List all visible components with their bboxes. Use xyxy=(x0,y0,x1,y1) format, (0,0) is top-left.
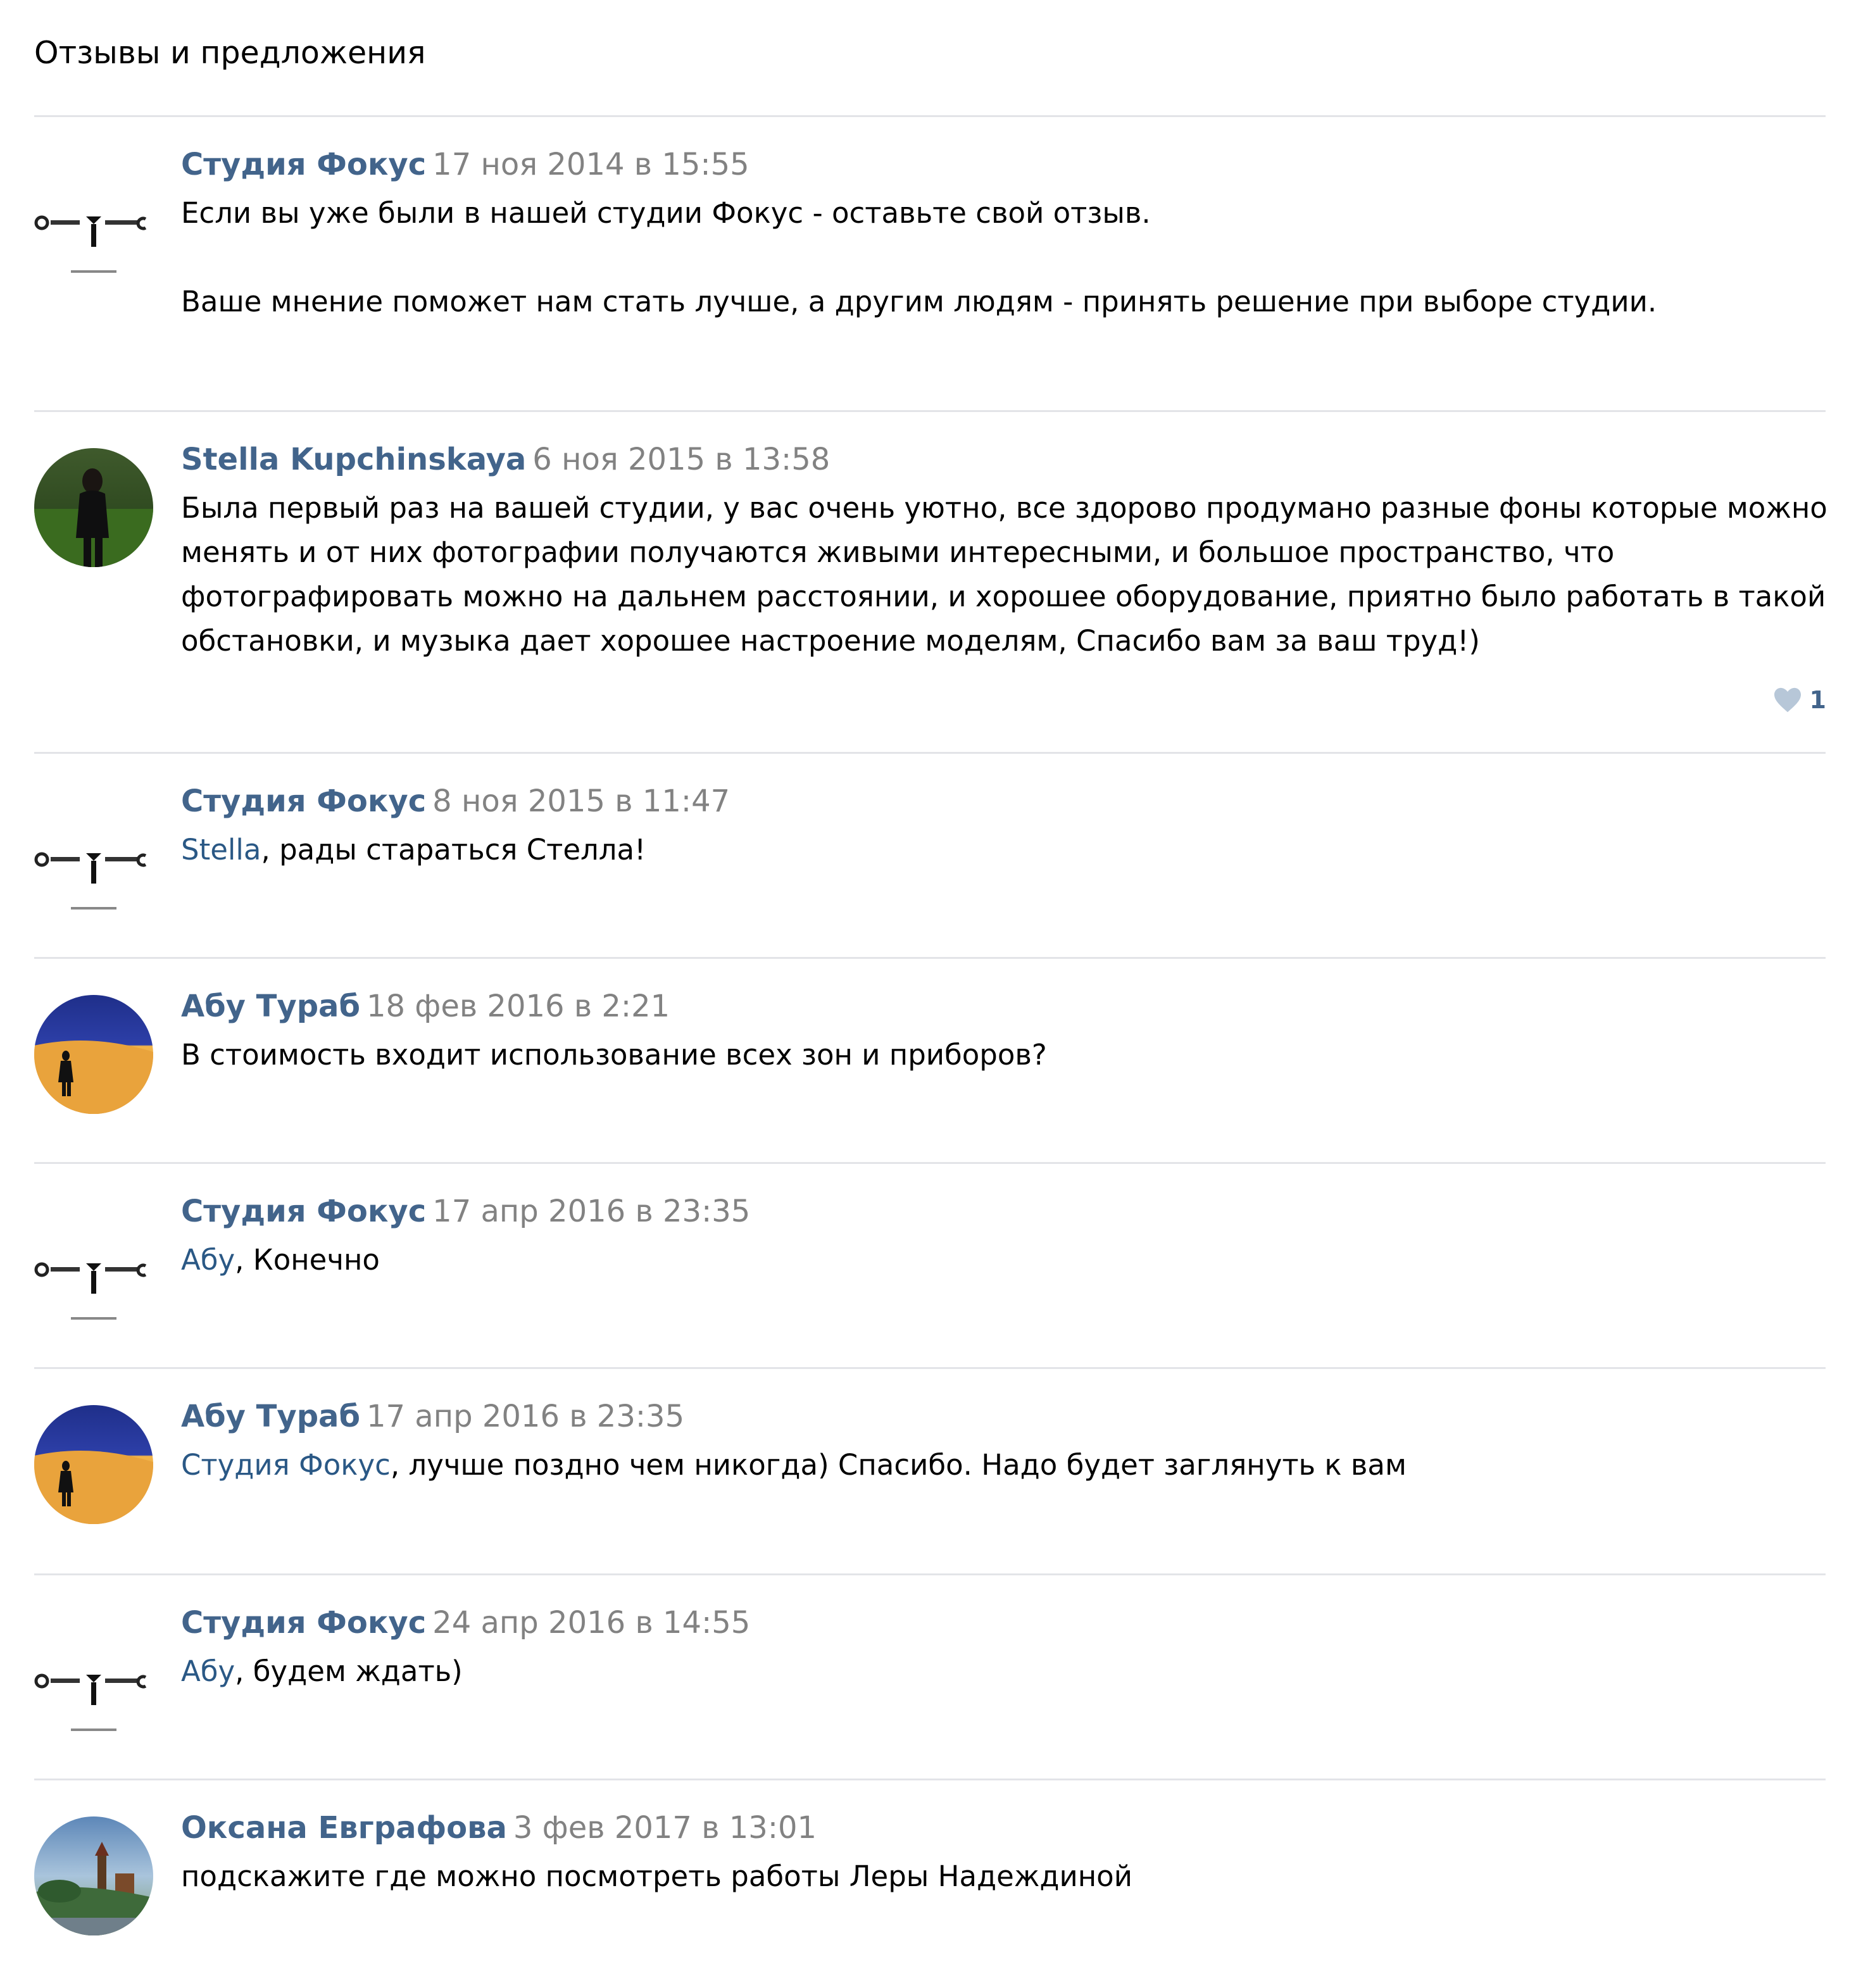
post-date[interactable]: 17 апр 2016 в 23:35 xyxy=(367,1399,684,1434)
text-line: менять и от них фотографии получаются жи… xyxy=(181,535,1615,569)
reply-text: , будем ждать) xyxy=(235,1654,463,1688)
mention-link[interactable]: Stella xyxy=(181,833,261,866)
author-name[interactable]: Абу Тураб xyxy=(181,1399,360,1434)
divider xyxy=(34,115,1826,117)
author-name[interactable]: Оксана Евграфова xyxy=(181,1810,507,1846)
user-photo-avatar[interactable] xyxy=(34,1816,153,1935)
mention-link[interactable]: Студия Фокус xyxy=(181,1448,391,1482)
studio-logo-avatar[interactable] xyxy=(34,1624,153,1743)
divider xyxy=(34,1573,1826,1575)
comment-text: Абу, Конечно xyxy=(181,1238,1833,1282)
text-line: Была первый раз на вашей студии, у вас о… xyxy=(181,491,1827,525)
studio-logo-avatar[interactable] xyxy=(34,1213,153,1332)
divider xyxy=(34,1779,1826,1780)
reply-text: , рады стараться Стелла! xyxy=(261,833,646,866)
comment-text: Абу, будем ждать) xyxy=(181,1649,1833,1694)
divider xyxy=(34,957,1826,959)
comment-text: подскажите где можно посмотреть работы Л… xyxy=(181,1854,1833,1899)
post-date[interactable]: 17 ноя 2014 в 15:55 xyxy=(432,147,749,182)
comment-text: Студия Фокус, лучше поздно чем никогда) … xyxy=(181,1443,1833,1487)
text-line: Stella, рады стараться Стелла! xyxy=(181,828,1833,872)
text-line: подскажите где можно посмотреть работы Л… xyxy=(181,1860,1132,1893)
user-photo-avatar[interactable] xyxy=(34,448,153,567)
comment-text: Stella, рады стараться Стелла! xyxy=(181,828,1833,872)
text-line: В стоимость входит использование всех зо… xyxy=(181,1038,1047,1072)
author-name[interactable]: Студия Фокус xyxy=(181,784,426,819)
like-count: 1 xyxy=(1809,686,1826,714)
text-line: Студия Фокус, лучше поздно чем никогда) … xyxy=(181,1443,1833,1487)
author-name[interactable]: Студия Фокус xyxy=(181,1605,426,1641)
discussion-board: Отзывы и предложения Студия Фокус 17 ноя … xyxy=(0,0,1868,1988)
divider xyxy=(34,752,1826,754)
post-date[interactable]: 3 фев 2017 в 13:01 xyxy=(513,1810,817,1846)
reply-text: , Конечно xyxy=(235,1243,380,1277)
user-photo-avatar[interactable] xyxy=(34,1405,153,1524)
text-line: Если вы уже были в нашей студии Фокус - … xyxy=(181,196,1151,230)
text-line: Ваше мнение поможет нам стать лучше, а д… xyxy=(181,285,1657,318)
mention-link[interactable]: Абу xyxy=(181,1243,235,1277)
post-date[interactable]: 6 ноя 2015 в 13:58 xyxy=(532,442,830,477)
comment-text: Если вы уже были в нашей студии Фокус - … xyxy=(181,191,1833,324)
comment-text: В стоимость входит использование всех зо… xyxy=(181,1033,1833,1077)
author-name[interactable]: Абу Тураб xyxy=(181,989,360,1024)
heart-icon xyxy=(1774,687,1801,713)
author-name[interactable]: Студия Фокус xyxy=(181,147,426,182)
like-button[interactable]: 1 xyxy=(1773,681,1826,719)
divider xyxy=(34,1367,1826,1369)
reply-text: , лучше поздно чем никогда) Спасибо. Над… xyxy=(390,1448,1407,1482)
text-line: фотографировать можно на дальнем расстоя… xyxy=(181,580,1826,613)
post-date[interactable]: 24 апр 2016 в 14:55 xyxy=(432,1605,750,1641)
user-photo-avatar[interactable] xyxy=(34,995,153,1114)
text-line: обстановки, и музыка дает хорошее настро… xyxy=(181,624,1480,658)
divider xyxy=(34,1162,1826,1164)
post-date[interactable]: 8 ноя 2015 в 11:47 xyxy=(432,784,730,819)
text-line: Абу, Конечно xyxy=(181,1238,1833,1282)
author-name[interactable]: Студия Фокус xyxy=(181,1194,426,1229)
comment-text: Была первый раз на вашей студии, у вас о… xyxy=(181,486,1833,663)
studio-logo-avatar[interactable] xyxy=(34,803,153,922)
mention-link[interactable]: Абу xyxy=(181,1654,235,1688)
text-line: Абу, будем ждать) xyxy=(181,1649,1833,1694)
post-date[interactable]: 18 фев 2016 в 2:21 xyxy=(367,989,670,1024)
divider xyxy=(34,410,1826,412)
post-date[interactable]: 17 апр 2016 в 23:35 xyxy=(432,1194,750,1229)
board-title: Отзывы и предложения xyxy=(34,35,426,71)
author-name[interactable]: Stella Kupchinskaya xyxy=(181,442,526,477)
studio-logo-avatar[interactable] xyxy=(34,166,153,285)
